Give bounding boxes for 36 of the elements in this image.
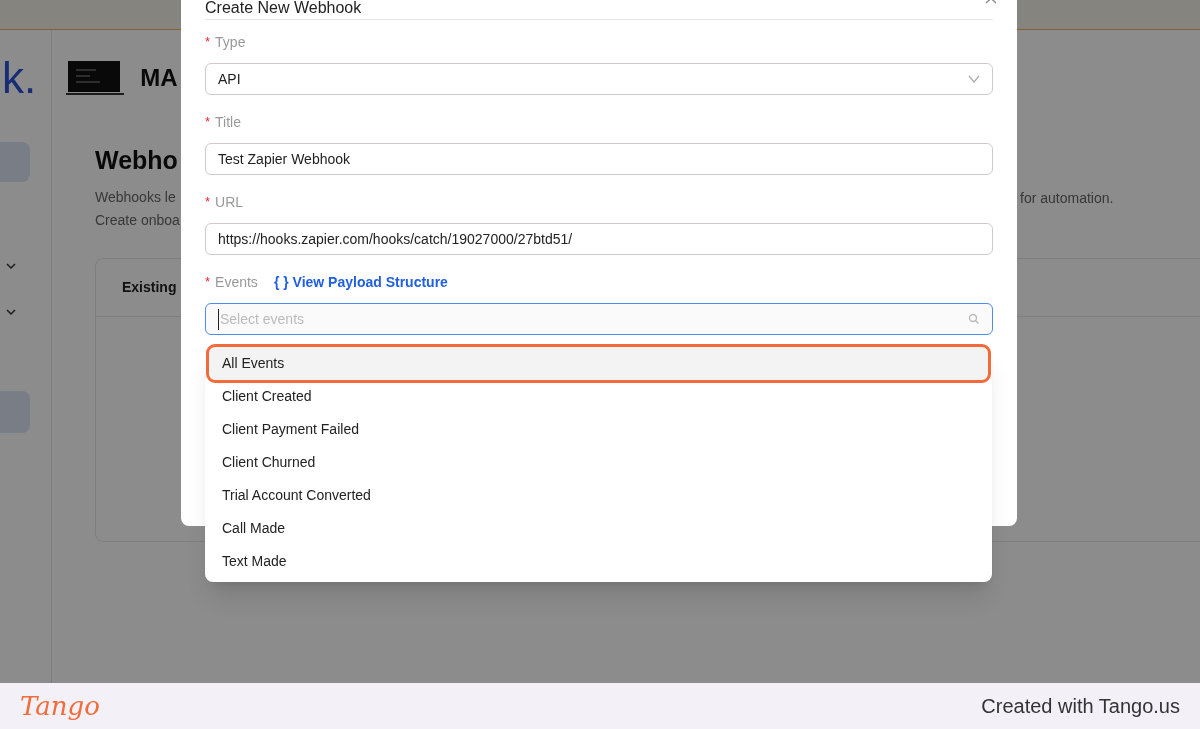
field-label: Title — [215, 112, 241, 132]
required-mark: * — [205, 33, 211, 52]
dropdown-option[interactable]: All Events — [209, 347, 988, 380]
description-text: Create onboa — [95, 211, 180, 229]
laptop-icon — [66, 60, 125, 96]
search-field[interactable]: Select events — [205, 303, 993, 335]
required-mark: * — [205, 193, 211, 212]
select-field[interactable]: API — [205, 63, 993, 95]
chevron-icon[interactable] — [6, 262, 16, 270]
field-label: URL — [215, 192, 244, 212]
logo-text: k. — [2, 56, 37, 100]
events-input[interactable]: Select events — [218, 308, 968, 330]
required-mark: * — [205, 273, 211, 292]
card-title: Existing — [122, 278, 177, 297]
dialog-title: Create New Webhook — [205, 0, 362, 16]
field-label: Type — [215, 32, 246, 52]
brand-logo: Tango — [20, 689, 100, 723]
dropdown-option[interactable]: Client Created — [205, 380, 992, 413]
dropdown-option[interactable]: Call Made — [205, 512, 992, 545]
dropdown-option[interactable]: Client Payment Failed — [205, 413, 992, 446]
payload-link[interactable]: { } View Payload Structure — [273, 271, 448, 293]
chevron-icon[interactable] — [6, 308, 16, 316]
input-field[interactable]: Test Zapier Webhook — [205, 143, 993, 175]
description-text: for automation. — [1020, 189, 1114, 208]
workspace-name: MA — [140, 63, 178, 93]
dropdown-option[interactable]: Client Churned — [205, 446, 992, 479]
description-text: Webhooks le — [95, 188, 177, 206]
page-heading: Webho — [95, 145, 178, 176]
required-mark: * — [205, 113, 211, 132]
input-field[interactable]: https://hooks.zapier.com/hooks/catch/19027000/27btd51/ — [205, 223, 993, 255]
search-icon — [968, 313, 980, 325]
chevron-icon — [968, 75, 980, 83]
field-label: Events — [215, 272, 258, 292]
dropdown-option[interactable]: Text Made — [205, 545, 992, 578]
dropdown-option[interactable]: Trial Account Converted — [205, 479, 992, 512]
credit-text: Created with Tango.us — [981, 694, 1180, 719]
